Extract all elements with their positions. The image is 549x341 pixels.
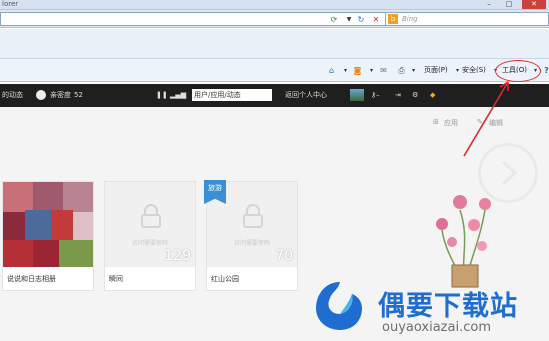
window-title: lorer xyxy=(2,0,19,8)
settings-gear-icon[interactable]: ⚙ xyxy=(412,90,418,101)
stop-icon[interactable]: ✕ xyxy=(369,14,383,26)
locked-hint: 访问需要密码 xyxy=(131,240,168,247)
feed-dropdown-icon[interactable]: ▾ xyxy=(366,65,377,76)
address-bar: ⟳ ▼ ↻ ✕ b Bing xyxy=(0,10,549,28)
key-icon[interactable]: ⚷– xyxy=(371,90,380,101)
page-menu-button[interactable]: 页面(P) xyxy=(424,65,448,76)
logout-icon[interactable]: ⇥ xyxy=(395,90,401,101)
locked-hint: 访问需要密码 xyxy=(233,240,270,247)
intimacy-icon xyxy=(36,90,46,100)
close-window-button[interactable]: ✕ xyxy=(522,0,546,9)
photo-count: 70 xyxy=(275,248,293,264)
url-field[interactable]: ⟳ ▼ ↻ ✕ xyxy=(0,12,386,26)
back-home-link[interactable]: 返回个人中心 xyxy=(285,90,327,101)
print-icon[interactable]: ⎙ xyxy=(396,65,407,76)
avatar[interactable] xyxy=(350,89,364,101)
lock-icon xyxy=(243,204,263,228)
signal-bars-icon[interactable]: ▂▄▆ xyxy=(170,90,186,101)
favorites-band xyxy=(0,29,549,59)
rss-feed-icon[interactable]: ◙ xyxy=(352,65,363,76)
home-dropdown-icon[interactable]: ▾ xyxy=(340,65,351,76)
intimacy-value: 52 xyxy=(74,91,83,99)
lock-icon xyxy=(141,204,161,228)
album-card[interactable]: 访问需要密码 129 瞬间 xyxy=(104,181,196,291)
watermark-logo xyxy=(316,282,362,330)
search-placeholder: Bing xyxy=(402,15,418,23)
album-cover-image xyxy=(3,182,93,267)
annotation-arrow xyxy=(463,81,509,157)
album-name: 说说和日志相册 xyxy=(7,275,56,283)
feed-link[interactable]: 的动态 xyxy=(2,90,23,101)
help-icon[interactable]: ? xyxy=(541,65,549,76)
album-name: 红山公园 xyxy=(211,275,239,283)
diamond-icon[interactable]: ◆ xyxy=(430,90,435,101)
site-search-input[interactable]: 用户/应用/动态 xyxy=(192,89,272,101)
maximize-button[interactable]: □ xyxy=(500,0,518,9)
apps-icon[interactable]: ⊞ xyxy=(433,118,439,126)
print-dropdown-icon[interactable]: ▾ xyxy=(408,65,419,76)
search-box[interactable]: b Bing xyxy=(385,12,549,26)
photo-count: 129 xyxy=(164,248,191,264)
intimacy-label: 亲密度 xyxy=(50,91,71,99)
compat-view-icon[interactable]: ⟳ xyxy=(327,14,341,26)
album-name: 瞬间 xyxy=(109,275,123,283)
refresh-icon[interactable]: ↻ xyxy=(354,14,368,26)
watermark-title: 偶要下载站 xyxy=(378,291,518,322)
flower-decoration xyxy=(436,195,491,288)
apps-link[interactable]: 应用 xyxy=(444,118,458,128)
bing-icon: b xyxy=(388,14,398,24)
pause-icon[interactable]: ❚❚ xyxy=(156,90,168,101)
watermark-url: ouyaoxiazai.com xyxy=(382,320,491,335)
window-titlebar: lorer – □ ✕ xyxy=(0,0,549,10)
minimize-button[interactable]: – xyxy=(480,0,498,9)
home-icon[interactable]: ⌂ xyxy=(326,65,337,76)
album-card[interactable]: 说说和日志相册 xyxy=(2,181,94,291)
mail-icon[interactable]: ✉ xyxy=(378,65,389,76)
